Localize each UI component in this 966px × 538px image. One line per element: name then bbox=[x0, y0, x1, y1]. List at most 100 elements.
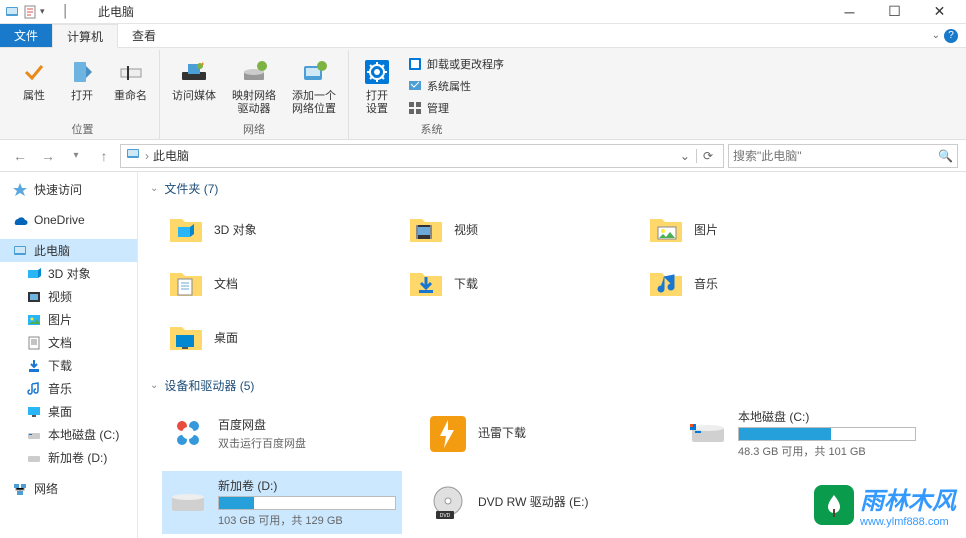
drive-baidu[interactable]: 百度网盘双击运行百度网盘 bbox=[162, 402, 402, 465]
music-icon bbox=[26, 381, 42, 397]
sysprops-icon bbox=[407, 78, 423, 94]
baidu-icon bbox=[168, 414, 208, 454]
sidebar-item-disk-d[interactable]: 新加卷 (D:) bbox=[0, 446, 137, 469]
address-box[interactable]: › 此电脑 ⌄ ⟳ bbox=[120, 144, 724, 168]
watermark-logo bbox=[814, 485, 854, 525]
open-settings-button[interactable]: 打开 设置 bbox=[355, 54, 399, 118]
map-drive-icon bbox=[238, 56, 270, 88]
sidebar-thispc[interactable]: 此电脑 bbox=[0, 239, 137, 262]
ribbon-group-network: 访问媒体 映射网络 驱动器 添加一个 网络位置 网络 bbox=[160, 50, 349, 139]
video-icon bbox=[26, 289, 42, 305]
dropdown-qat-icon[interactable]: ▾ bbox=[40, 4, 56, 20]
ribbon-group-location: 属性 打开 重命名 位置 bbox=[6, 50, 160, 139]
tab-file[interactable]: 文件 bbox=[0, 24, 52, 47]
search-box[interactable]: 🔍 bbox=[728, 144, 958, 168]
pc-icon bbox=[12, 243, 28, 259]
sidebar-item-videos[interactable]: 视频 bbox=[0, 285, 137, 308]
disk-icon bbox=[26, 450, 42, 466]
ribbon: 属性 打开 重命名 位置 访问媒体 映射网络 驱动器 bbox=[0, 48, 966, 140]
sidebar-network[interactable]: 网络 bbox=[0, 477, 137, 500]
picture-icon bbox=[26, 312, 42, 328]
folder-desktop[interactable]: 桌面 bbox=[162, 313, 382, 361]
disk-icon bbox=[168, 483, 208, 523]
thunder-icon bbox=[428, 414, 468, 454]
folder-3d[interactable]: 3D 对象 bbox=[162, 205, 382, 253]
folder-videos[interactable]: 视频 bbox=[402, 205, 622, 253]
map-drive-button[interactable]: 映射网络 驱动器 bbox=[226, 54, 282, 118]
properties-button[interactable]: 属性 bbox=[12, 54, 56, 105]
rename-button[interactable]: 重命名 bbox=[108, 54, 153, 105]
document-icon bbox=[26, 335, 42, 351]
close-button[interactable]: ✕ bbox=[917, 0, 962, 24]
folder-downloads[interactable]: 下载 bbox=[402, 259, 622, 307]
sidebar-item-pictures[interactable]: 图片 bbox=[0, 308, 137, 331]
sidebar-item-downloads[interactable]: 下载 bbox=[0, 354, 137, 377]
minimize-button[interactable]: ─ bbox=[827, 0, 872, 24]
desktop-icon bbox=[26, 404, 42, 420]
sidebar-item-disk-c[interactable]: 本地磁盘 (C:) bbox=[0, 423, 137, 446]
add-location-button[interactable]: 添加一个 网络位置 bbox=[286, 54, 342, 118]
address-dropdown-icon[interactable]: ⌄ bbox=[676, 149, 694, 163]
dvd-icon: DVD bbox=[428, 483, 468, 523]
nav-up-button[interactable]: ↑ bbox=[92, 144, 116, 168]
sidebar-item-documents[interactable]: 文档 bbox=[0, 331, 137, 354]
maximize-button[interactable]: ☐ bbox=[872, 0, 917, 24]
address-bar: ← → ▾ ↑ › 此电脑 ⌄ ⟳ 🔍 bbox=[0, 140, 966, 172]
ribbon-tabs: 文件 计算机 查看 ⌄ ? bbox=[0, 24, 966, 48]
download-icon bbox=[26, 358, 42, 374]
disk-icon bbox=[688, 414, 728, 454]
nav-recent-button[interactable]: ▾ bbox=[64, 144, 88, 168]
sidebar-item-music[interactable]: 音乐 bbox=[0, 377, 137, 400]
system-properties-button[interactable]: 系统属性 bbox=[403, 76, 508, 96]
search-input[interactable] bbox=[733, 149, 938, 163]
add-location-icon bbox=[298, 56, 330, 88]
pc-icon bbox=[125, 146, 141, 165]
tab-view[interactable]: 查看 bbox=[118, 24, 171, 47]
sidebar-onedrive[interactable]: OneDrive bbox=[0, 209, 137, 231]
onedrive-icon bbox=[12, 212, 28, 228]
settings-icon bbox=[361, 56, 393, 88]
folder-music[interactable]: 音乐 bbox=[642, 259, 862, 307]
disk-icon bbox=[26, 427, 42, 443]
search-icon[interactable]: 🔍 bbox=[938, 149, 953, 163]
app-icon bbox=[4, 4, 20, 20]
open-button[interactable]: 打开 bbox=[60, 54, 104, 105]
star-icon bbox=[12, 182, 28, 198]
sidebar-quickaccess[interactable]: 快速访问 bbox=[0, 178, 137, 201]
tab-computer[interactable]: 计算机 bbox=[52, 24, 118, 48]
drive-c[interactable]: 本地磁盘 (C:)48.3 GB 可用，共 101 GB bbox=[682, 402, 922, 465]
help-icon: ? bbox=[944, 29, 958, 43]
sidebar-item-3d[interactable]: 3D 对象 bbox=[0, 262, 137, 285]
drive-d[interactable]: 新加卷 (D:)103 GB 可用，共 129 GB bbox=[162, 471, 402, 534]
nav-back-button[interactable]: ← bbox=[8, 144, 32, 168]
sidebar-item-desktop[interactable]: 桌面 bbox=[0, 400, 137, 423]
navigation-pane: 快速访问 OneDrive 此电脑 3D 对象 视频 图片 文档 下载 音乐 桌… bbox=[0, 172, 138, 538]
network-icon bbox=[12, 481, 28, 497]
titlebar: ▾ │ 此电脑 ─ ☐ ✕ bbox=[0, 0, 966, 24]
drive-thunder[interactable]: 迅雷下载 bbox=[422, 402, 662, 465]
nav-forward-button[interactable]: → bbox=[36, 144, 60, 168]
folders-grid: 3D 对象 视频 图片 文档 下载 音乐 桌面 bbox=[150, 205, 954, 361]
folder-pictures[interactable]: 图片 bbox=[642, 205, 862, 253]
manage-button[interactable]: 管理 bbox=[403, 98, 508, 118]
watermark: 雨林木风 www.ylmf888.com bbox=[814, 481, 956, 528]
ribbon-help[interactable]: ⌄ ? bbox=[924, 24, 966, 47]
folders-group-header[interactable]: ⌄ 文件夹 (7) bbox=[150, 180, 954, 197]
media-icon bbox=[178, 56, 210, 88]
breadcrumb[interactable]: 此电脑 bbox=[153, 147, 189, 164]
folder-documents[interactable]: 文档 bbox=[162, 259, 382, 307]
chevron-down-icon: ⌄ bbox=[150, 183, 158, 194]
open-icon bbox=[66, 56, 98, 88]
drive-dvd[interactable]: DVD DVD RW 驱动器 (E:) bbox=[422, 471, 662, 534]
refresh-button[interactable]: ⟳ bbox=[696, 149, 719, 163]
ribbon-group-system: 打开 设置 卸载或更改程序 系统属性 管理 系统 bbox=[349, 50, 514, 139]
properties-icon bbox=[18, 56, 50, 88]
manage-icon bbox=[407, 100, 423, 116]
properties-qat-icon[interactable] bbox=[22, 4, 38, 20]
media-button[interactable]: 访问媒体 bbox=[166, 54, 222, 105]
chevron-down-icon: ⌄ bbox=[150, 380, 158, 391]
drives-group-header[interactable]: ⌄ 设备和驱动器 (5) bbox=[150, 377, 954, 394]
svg-text:DVD: DVD bbox=[440, 513, 451, 519]
uninstall-button[interactable]: 卸载或更改程序 bbox=[403, 54, 508, 74]
quick-access-toolbar: ▾ bbox=[4, 4, 56, 20]
